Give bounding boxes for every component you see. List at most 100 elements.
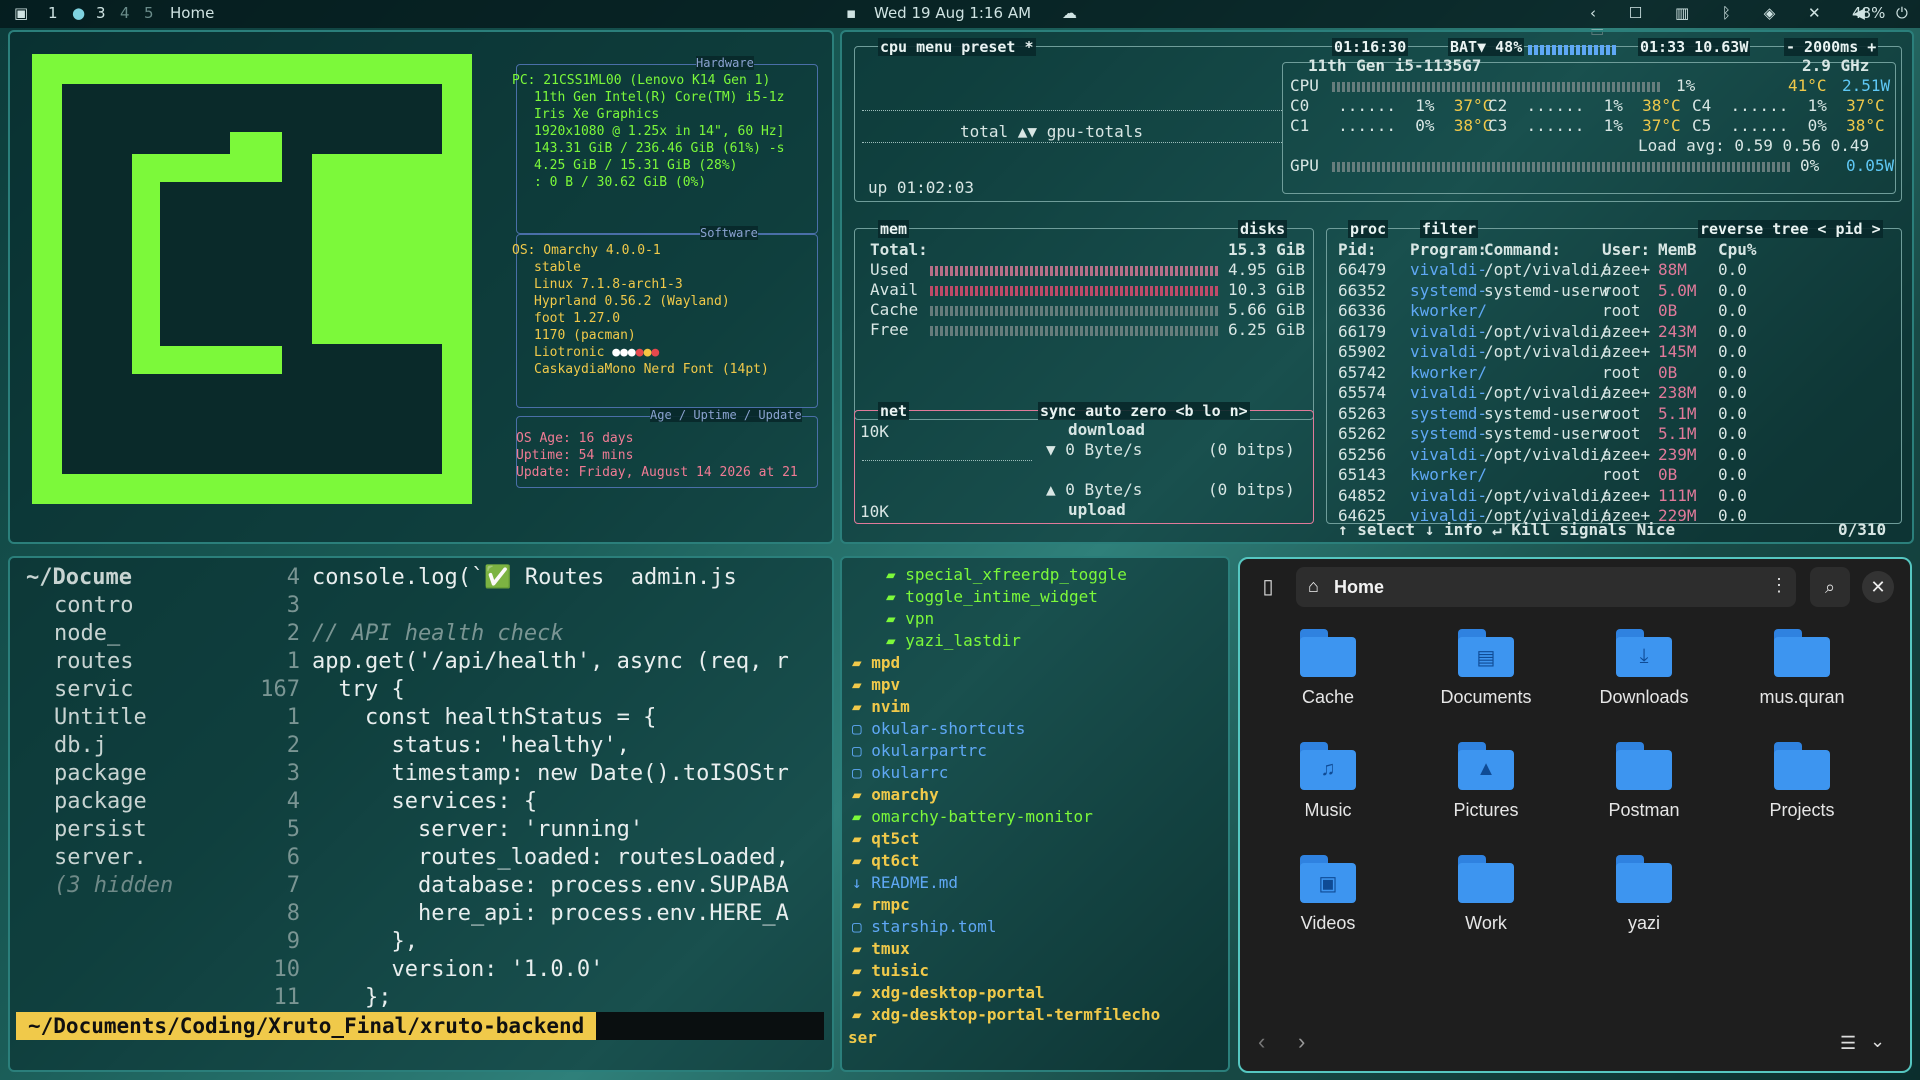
code-line[interactable]: console.log(`✅ Routes admin.js [312, 564, 789, 592]
folder-work[interactable]: Work [1426, 855, 1546, 934]
config-entry[interactable]: ▰ mpv [852, 674, 1160, 696]
config-entry[interactable]: ▰ special_xfreerdp_toggle [852, 564, 1160, 586]
proc-row[interactable]: 66479 vivaldi-/opt/vivaldi/azee+ 88M 0.0 [1338, 260, 1778, 281]
workspace-4[interactable]: 4 [120, 4, 130, 22]
config-entry[interactable]: ▢ starship.toml [852, 916, 1160, 938]
proc-title[interactable]: proc [1348, 220, 1389, 238]
folder-yazi[interactable]: yazi [1584, 855, 1704, 934]
tree-item[interactable]: Untitle [26, 704, 173, 732]
config-entry[interactable]: ▰ qt5ct [852, 828, 1160, 850]
proc-row[interactable]: 64852 vivaldi-/opt/vivaldi/azee+ 111M 0.0 [1338, 486, 1778, 507]
code-line[interactable]: routes_loaded: routesLoaded, [312, 844, 789, 872]
tree-item[interactable]: ~/Docume [26, 564, 173, 592]
folder-music[interactable]: ♫ Music [1268, 742, 1388, 821]
tree-item[interactable]: persist [26, 816, 173, 844]
code-line[interactable]: server: 'running' [312, 816, 789, 844]
proc-row[interactable]: 65902 vivaldi-/opt/vivaldi/azee+ 145M 0.0 [1338, 342, 1778, 363]
proc-col-1[interactable]: Program: [1410, 240, 1487, 259]
config-entry[interactable]: ▰ toggle_intime_widget [852, 586, 1160, 608]
config-entry[interactable]: ▰ qt6ct [852, 850, 1160, 872]
proc-row[interactable]: 66352 systemd-systemd-userwroot 5.0M 0.0 [1338, 281, 1778, 302]
config-entry[interactable]: ▰ xdg-desktop-portal [852, 982, 1160, 1004]
fetch-terminal[interactable]: Hardware PC: 21CSS1ML00 (Lenovo K14 Gen … [8, 30, 834, 544]
proc-row[interactable]: 65742 kworker/root 0B 0.0 [1338, 363, 1778, 384]
proc-col-0[interactable]: Pid: [1338, 240, 1410, 259]
proc-col-3[interactable]: User: [1602, 240, 1658, 259]
explorer-tree[interactable]: ~/Docume contro node_ routes servic Untitle db… [26, 564, 173, 900]
launcher-icon[interactable]: ▣ [14, 4, 28, 22]
code-line[interactable]: }; [312, 984, 789, 1012]
proc-col-4[interactable]: MemB [1658, 240, 1718, 259]
code-line[interactable]: try { [312, 676, 789, 704]
net-title[interactable]: net [878, 402, 910, 420]
proc-row[interactable]: 65263 systemd-systemd-userwroot 5.1M 0.0 [1338, 404, 1778, 425]
config-entry[interactable]: ▰ vpn [852, 608, 1160, 630]
folder-mus-quran[interactable]: mus.quran [1742, 629, 1862, 708]
proc-row[interactable]: 65256 vivaldi-/opt/vivaldi/azee+ 239M 0.0 [1338, 445, 1778, 466]
file-manager-window[interactable]: ▯ ⌂ Home ⋮ ⌕ ✕ Cache ▤ Documents ⤓ Downloads… [1238, 557, 1912, 1073]
config-entry[interactable]: ▢ okularpartrc [852, 740, 1160, 762]
net-tabs[interactable]: sync auto zero <b lo n> [1038, 402, 1250, 420]
search-icon[interactable]: ⌕ [1810, 567, 1850, 607]
config-entry[interactable]: ▰ yazi_lastdir [852, 630, 1160, 652]
code-area[interactable]: console.log(`✅ Routes admin.js // API hea… [312, 564, 789, 1012]
workspace-5[interactable]: 5 [144, 4, 154, 22]
proc-col-2[interactable]: Command: [1484, 240, 1602, 259]
proc-row[interactable]: 66179 vivaldi-/opt/vivaldi/azee+ 243M 0.0 [1338, 322, 1778, 343]
shell-prompt[interactable]: ser [848, 1028, 877, 1047]
tree-item[interactable]: db.j [26, 732, 173, 760]
clock[interactable]: Wed 19 Aug 1:16 AM [874, 4, 1031, 22]
tree-item[interactable]: package [26, 788, 173, 816]
tree-item[interactable]: (3 hidden [26, 872, 173, 900]
tree-item[interactable]: server. [26, 844, 173, 872]
disks-title[interactable]: disks [1238, 220, 1288, 238]
code-line[interactable]: version: '1.0.0' [312, 956, 789, 984]
filetree-terminal[interactable]: ▰ special_xfreerdp_toggle ▰ toggle_intime… [840, 556, 1230, 1072]
location-bar[interactable]: ⌂ Home ⋮ [1296, 567, 1796, 607]
tree-item[interactable]: routes [26, 648, 173, 676]
code-line[interactable]: const healthStatus = { [312, 704, 789, 732]
code-line[interactable]: database: process.env.SUPABA [312, 872, 789, 900]
code-line[interactable]: // API health check [312, 620, 789, 648]
proc-sort[interactable]: reverse tree < pid > [1698, 220, 1883, 238]
proc-filter[interactable]: filter [1420, 220, 1479, 238]
code-line[interactable] [312, 592, 789, 620]
code-line[interactable]: }, [312, 928, 789, 956]
folder-videos[interactable]: ▣ Videos [1268, 855, 1388, 934]
config-entry[interactable]: ▰ xdg-desktop-portal-termfilecho [852, 1004, 1160, 1026]
view-list-icon[interactable]: ☰ [1840, 1033, 1856, 1054]
config-entry[interactable]: ▰ rmpc [852, 894, 1160, 916]
code-line[interactable]: status: 'healthy', [312, 732, 789, 760]
proc-list[interactable]: 66479 vivaldi-/opt/vivaldi/azee+ 88M 0.0 663… [1338, 260, 1778, 527]
config-entry[interactable]: ▰ mpd [852, 652, 1160, 674]
config-entry[interactable]: ▰ nvim [852, 696, 1160, 718]
folder-projects[interactable]: Projects [1742, 742, 1862, 821]
cpu-tabs[interactable]: cpu menu preset * [878, 38, 1036, 56]
close-icon[interactable]: ✕ [1862, 571, 1894, 603]
config-entry[interactable]: ▢ okular-shortcuts [852, 718, 1160, 740]
proc-col-5[interactable]: Cpu% [1718, 240, 1778, 259]
config-file-list[interactable]: ▰ special_xfreerdp_toggle ▰ toggle_intime… [852, 564, 1160, 1026]
tree-item[interactable]: contro [26, 592, 173, 620]
folder-cache[interactable]: Cache [1268, 629, 1388, 708]
mem-title[interactable]: mem [878, 220, 910, 238]
cpu-totals-label[interactable]: total ▲▼ gpu-totals [960, 122, 1143, 141]
code-line[interactable]: services: { [312, 788, 789, 816]
btop-terminal[interactable]: cpu menu preset * 01:16:30 BAT▼ 48% 01:3… [840, 30, 1914, 544]
workspace-2-icon[interactable]: ● [72, 4, 85, 22]
location-menu-icon[interactable]: ⋮ [1770, 575, 1788, 596]
power-icon[interactable]: ⏻ [1896, 4, 1908, 22]
workspace-1[interactable]: 1 [48, 4, 58, 22]
proc-row[interactable]: 65262 systemd-systemd-userwroot 5.1M 0.0 [1338, 424, 1778, 445]
forward-icon[interactable]: › [1298, 1029, 1305, 1055]
config-entry[interactable]: ↓ README.md [852, 872, 1160, 894]
proc-row[interactable]: 65574 vivaldi-/opt/vivaldi/azee+ 238M 0.0 [1338, 383, 1778, 404]
tree-item[interactable]: node_ [26, 620, 173, 648]
config-entry[interactable]: ▰ omarchy-battery-monitor [852, 806, 1160, 828]
config-entry[interactable]: ▰ omarchy [852, 784, 1160, 806]
folder-postman[interactable]: Postman [1584, 742, 1704, 821]
config-entry[interactable]: ▰ tuisic [852, 960, 1160, 982]
folder-pictures[interactable]: ▲ Pictures [1426, 742, 1546, 821]
editor-terminal[interactable]: ~/Docume contro node_ routes servic Untitle db… [8, 556, 834, 1072]
view-options-chevron-down-icon[interactable]: ⌄ [1870, 1031, 1885, 1052]
